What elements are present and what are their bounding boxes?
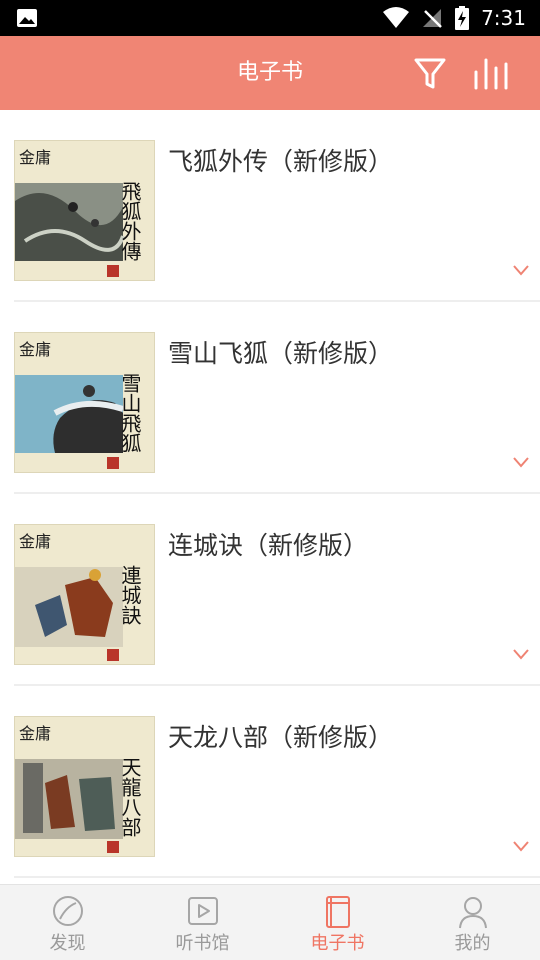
tab-label: 发现	[49, 933, 86, 954]
cover-brand: 金庸	[19, 148, 51, 167]
page-title: 电子书	[236, 60, 303, 85]
chevron-down-icon[interactable]	[512, 456, 530, 468]
cover-brand: 金庸	[19, 532, 51, 551]
cover-brand: 金庸	[19, 724, 51, 743]
battery-charging-icon	[455, 6, 470, 30]
book-icon	[325, 896, 350, 928]
chevron-down-icon[interactable]	[512, 840, 530, 852]
app-bar: 电子书	[0, 36, 540, 110]
filter-icon[interactable]	[410, 54, 450, 94]
book-cover: 金庸 連城訣	[14, 524, 155, 665]
play-icon	[187, 897, 218, 925]
cover-name: 飛狐外傳	[118, 181, 142, 261]
book-list-item[interactable]: 金庸 連城訣 连城诀（新修版）	[0, 494, 540, 686]
status-time: 7:31	[481, 6, 526, 30]
cover-name: 雪山飛狐	[118, 373, 142, 453]
book-cover: 金庸 天龍八部	[14, 716, 155, 857]
tab-label: 电子书	[310, 933, 365, 954]
bottom-tab-bar: 发现 听书馆 电子书 我的	[0, 884, 540, 960]
book-title[interactable]: 天龙八部（新修版）	[168, 718, 393, 754]
book-list-item[interactable]: 金庸 天龍八部 天龙八部（新修版）	[0, 686, 540, 878]
tab-label: 我的	[454, 933, 491, 954]
book-list-item[interactable]: 金庸 雪山飛狐 雪山飞狐（新修版）	[0, 302, 540, 494]
book-cover: 金庸 雪山飛狐	[14, 332, 155, 473]
book-title[interactable]: 连城诀（新修版）	[168, 526, 368, 562]
book-list: 金庸 飛狐外傳 飞狐外传（新修版） 金庸 雪山飛狐 雪山飞狐（新修版） 金庸 連…	[0, 110, 540, 884]
book-list-item[interactable]: 金庸 飛狐外傳 飞狐外传（新修版）	[0, 110, 540, 302]
tab-ebooks[interactable]: 电子书	[270, 885, 405, 960]
person-icon	[458, 897, 487, 929]
no-signal-icon	[423, 9, 442, 28]
gallery-notification-icon	[17, 9, 37, 27]
cover-name: 天龍八部	[118, 757, 142, 837]
tab-label: 听书馆	[175, 933, 230, 954]
divider	[14, 876, 540, 878]
cover-name: 連城訣	[118, 565, 142, 625]
chevron-down-icon[interactable]	[512, 264, 530, 276]
bar-chart-icon[interactable]	[470, 54, 514, 94]
tab-audiobooks[interactable]: 听书馆	[135, 885, 270, 960]
chevron-down-icon[interactable]	[512, 648, 530, 660]
tab-discover[interactable]: 发现	[0, 885, 135, 960]
book-title[interactable]: 雪山飞狐（新修版）	[168, 334, 393, 370]
compass-icon	[52, 896, 83, 926]
book-cover: 金庸 飛狐外傳	[14, 140, 155, 281]
tab-profile[interactable]: 我的	[405, 885, 540, 960]
wifi-icon	[383, 7, 410, 28]
cover-brand: 金庸	[19, 340, 51, 359]
book-title[interactable]: 飞狐外传（新修版）	[168, 142, 393, 178]
status-bar: 7:31	[0, 0, 540, 36]
